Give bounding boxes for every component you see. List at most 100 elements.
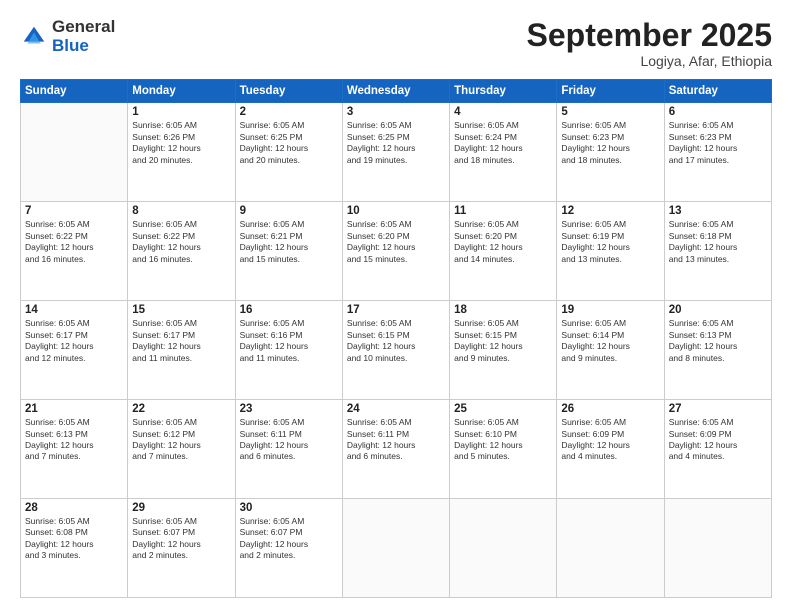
- day-number: 24: [347, 403, 445, 415]
- day-info: Sunrise: 6:05 AM Sunset: 6:20 PM Dayligh…: [454, 219, 552, 265]
- calendar-cell: 30 Sunrise: 6:05 AM Sunset: 6:07 PM Dayli…: [235, 499, 342, 598]
- calendar-week-2: 7 Sunrise: 6:05 AM Sunset: 6:22 PM Daylig…: [21, 202, 772, 301]
- day-number: 13: [669, 205, 767, 217]
- calendar-cell: 25Sunrise: 6:05 AM Sunset: 6:10 PM Dayli…: [450, 400, 557, 499]
- day-info: Sunrise: 6:05 AM Sunset: 6:09 PM Dayligh…: [669, 417, 767, 463]
- day-info: Sunrise: 6:05 AM Sunset: 6:14 PM Dayligh…: [561, 318, 659, 364]
- col-header-wednesday: Wednesday: [342, 80, 449, 103]
- day-number: 2: [240, 106, 338, 118]
- day-number: 9: [240, 205, 338, 217]
- day-info: Sunrise: 6:05 AM Sunset: 6:11 PM Dayligh…: [240, 417, 338, 463]
- calendar-header-row: SundayMondayTuesdayWednesdayThursdayFrid…: [21, 80, 772, 103]
- day-number: 10: [347, 205, 445, 217]
- day-info: Sunrise: 6:05 AM Sunset: 6:19 PM Dayligh…: [561, 219, 659, 265]
- day-info: Sunrise: 6:05 AM Sunset: 6:13 PM Dayligh…: [669, 318, 767, 364]
- calendar-cell: [342, 499, 449, 598]
- calendar-cell: 21Sunrise: 6:05 AM Sunset: 6:13 PM Dayli…: [21, 400, 128, 499]
- calendar-cell: 6Sunrise: 6:05 AM Sunset: 6:23 PM Daylig…: [664, 103, 771, 202]
- calendar-cell: 24 Sunrise: 6:05 AM Sunset: 6:11 PM Dayli…: [342, 400, 449, 499]
- day-number: 12: [561, 205, 659, 217]
- col-header-thursday: Thursday: [450, 80, 557, 103]
- calendar-week-5: 28 Sunrise: 6:05 AM Sunset: 6:08 PM Dayli…: [21, 499, 772, 598]
- page: General Blue September 2025 Logiya, Afar…: [0, 0, 792, 612]
- calendar-cell: 19 Sunrise: 6:05 AM Sunset: 6:14 PM Dayli…: [557, 301, 664, 400]
- title-block: September 2025 Logiya, Afar, Ethiopia: [527, 18, 772, 69]
- calendar-cell: 23 Sunrise: 6:05 AM Sunset: 6:11 PM Dayli…: [235, 400, 342, 499]
- day-number: 19: [561, 304, 659, 316]
- day-number: 20: [669, 304, 767, 316]
- day-info: Sunrise: 6:05 AM Sunset: 6:08 PM Dayligh…: [25, 516, 123, 562]
- calendar-week-3: 14 Sunrise: 6:05 AM Sunset: 6:17 PM Dayli…: [21, 301, 772, 400]
- logo-icon: [20, 23, 48, 51]
- calendar-cell: 27 Sunrise: 6:05 AM Sunset: 6:09 PM Dayli…: [664, 400, 771, 499]
- calendar-cell: 7 Sunrise: 6:05 AM Sunset: 6:22 PM Daylig…: [21, 202, 128, 301]
- calendar-cell: 9 Sunrise: 6:05 AM Sunset: 6:21 PM Daylig…: [235, 202, 342, 301]
- col-header-monday: Monday: [128, 80, 235, 103]
- calendar-cell: 10 Sunrise: 6:05 AM Sunset: 6:20 PM Dayli…: [342, 202, 449, 301]
- day-info: Sunrise: 6:05 AM Sunset: 6:09 PM Dayligh…: [561, 417, 659, 463]
- col-header-sunday: Sunday: [21, 80, 128, 103]
- calendar-cell: 3Sunrise: 6:05 AM Sunset: 6:25 PM Daylig…: [342, 103, 449, 202]
- logo-general: General: [52, 18, 115, 37]
- calendar-cell: 4 Sunrise: 6:05 AM Sunset: 6:24 PM Daylig…: [450, 103, 557, 202]
- day-number: 18: [454, 304, 552, 316]
- logo-blue: Blue: [52, 37, 115, 56]
- day-number: 5: [561, 106, 659, 118]
- calendar: SundayMondayTuesdayWednesdayThursdayFrid…: [20, 79, 772, 598]
- calendar-cell: 2 Sunrise: 6:05 AM Sunset: 6:25 PM Daylig…: [235, 103, 342, 202]
- day-info: Sunrise: 6:05 AM Sunset: 6:24 PM Dayligh…: [454, 120, 552, 166]
- day-info: Sunrise: 6:05 AM Sunset: 6:11 PM Dayligh…: [347, 417, 445, 463]
- day-number: 23: [240, 403, 338, 415]
- day-number: 8: [132, 205, 230, 217]
- calendar-cell: 29 Sunrise: 6:05 AM Sunset: 6:07 PM Dayli…: [128, 499, 235, 598]
- day-info: Sunrise: 6:05 AM Sunset: 6:07 PM Dayligh…: [132, 516, 230, 562]
- calendar-cell: 1 Sunrise: 6:05 AM Sunset: 6:26 PM Daylig…: [128, 103, 235, 202]
- day-info: Sunrise: 6:05 AM Sunset: 6:21 PM Dayligh…: [240, 219, 338, 265]
- day-info: Sunrise: 6:05 AM Sunset: 6:20 PM Dayligh…: [347, 219, 445, 265]
- calendar-cell: [21, 103, 128, 202]
- day-number: 22: [132, 403, 230, 415]
- calendar-cell: 16Sunrise: 6:05 AM Sunset: 6:16 PM Dayli…: [235, 301, 342, 400]
- calendar-cell: 12 Sunrise: 6:05 AM Sunset: 6:19 PM Dayli…: [557, 202, 664, 301]
- day-number: 14: [25, 304, 123, 316]
- header: General Blue September 2025 Logiya, Afar…: [20, 18, 772, 69]
- day-info: Sunrise: 6:05 AM Sunset: 6:15 PM Dayligh…: [454, 318, 552, 364]
- calendar-cell: [450, 499, 557, 598]
- calendar-cell: 20 Sunrise: 6:05 AM Sunset: 6:13 PM Dayli…: [664, 301, 771, 400]
- day-number: 17: [347, 304, 445, 316]
- day-info: Sunrise: 6:05 AM Sunset: 6:17 PM Dayligh…: [25, 318, 123, 364]
- logo: General Blue: [20, 18, 115, 55]
- day-info: Sunrise: 6:05 AM Sunset: 6:25 PM Dayligh…: [240, 120, 338, 166]
- day-number: 1: [132, 106, 230, 118]
- day-number: 29: [132, 502, 230, 514]
- day-info: Sunrise: 6:05 AM Sunset: 6:17 PM Dayligh…: [132, 318, 230, 364]
- day-number: 28: [25, 502, 123, 514]
- day-info: Sunrise: 6:05 AM Sunset: 6:07 PM Dayligh…: [240, 516, 338, 562]
- calendar-cell: [664, 499, 771, 598]
- calendar-cell: 13 Sunrise: 6:05 AM Sunset: 6:18 PM Dayli…: [664, 202, 771, 301]
- calendar-cell: 18 Sunrise: 6:05 AM Sunset: 6:15 PM Dayli…: [450, 301, 557, 400]
- col-header-friday: Friday: [557, 80, 664, 103]
- day-number: 30: [240, 502, 338, 514]
- calendar-cell: 14 Sunrise: 6:05 AM Sunset: 6:17 PM Dayli…: [21, 301, 128, 400]
- day-info: Sunrise: 6:05 AM Sunset: 6:26 PM Dayligh…: [132, 120, 230, 166]
- day-number: 16: [240, 304, 338, 316]
- day-info: Sunrise: 6:05 AM Sunset: 6:15 PM Dayligh…: [347, 318, 445, 364]
- day-number: 27: [669, 403, 767, 415]
- day-number: 25: [454, 403, 552, 415]
- day-number: 3: [347, 106, 445, 118]
- day-number: 4: [454, 106, 552, 118]
- calendar-cell: 17 Sunrise: 6:05 AM Sunset: 6:15 PM Dayli…: [342, 301, 449, 400]
- col-header-saturday: Saturday: [664, 80, 771, 103]
- calendar-cell: 28 Sunrise: 6:05 AM Sunset: 6:08 PM Dayli…: [21, 499, 128, 598]
- location-subtitle: Logiya, Afar, Ethiopia: [527, 53, 772, 69]
- day-info: Sunrise: 6:05 AM Sunset: 6:22 PM Dayligh…: [25, 219, 123, 265]
- calendar-cell: 11Sunrise: 6:05 AM Sunset: 6:20 PM Dayli…: [450, 202, 557, 301]
- day-info: Sunrise: 6:05 AM Sunset: 6:13 PM Dayligh…: [25, 417, 123, 463]
- calendar-cell: 22 Sunrise: 6:05 AM Sunset: 6:12 PM Dayli…: [128, 400, 235, 499]
- day-info: Sunrise: 6:05 AM Sunset: 6:18 PM Dayligh…: [669, 219, 767, 265]
- day-number: 7: [25, 205, 123, 217]
- day-number: 6: [669, 106, 767, 118]
- day-info: Sunrise: 6:05 AM Sunset: 6:12 PM Dayligh…: [132, 417, 230, 463]
- col-header-tuesday: Tuesday: [235, 80, 342, 103]
